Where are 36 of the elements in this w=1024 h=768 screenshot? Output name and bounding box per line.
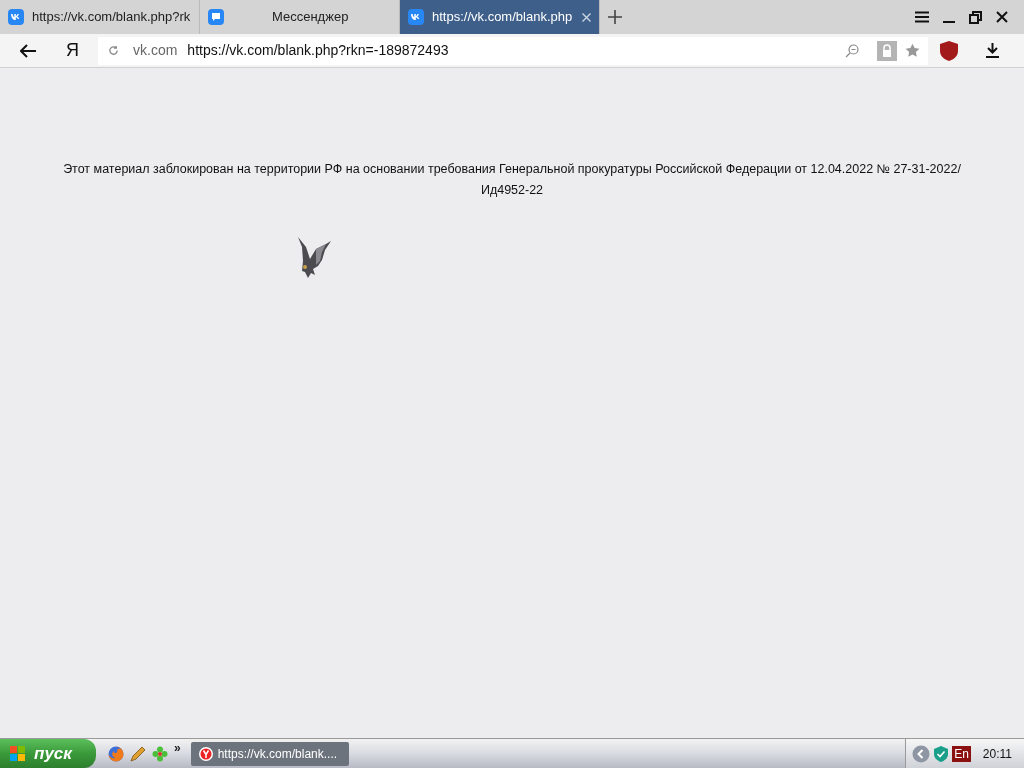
menu-icon[interactable] <box>915 11 929 23</box>
zoom-out-icon[interactable] <box>845 43 859 58</box>
windows-logo-icon <box>10 745 26 762</box>
start-button[interactable]: пуск <box>0 739 96 768</box>
back-arrow-icon[interactable] <box>20 43 36 58</box>
more-chevron[interactable]: » <box>174 739 181 757</box>
expand-tray-icon[interactable] <box>912 744 931 763</box>
tab-title: Мессенджер <box>271 8 349 27</box>
language-indicator[interactable]: En <box>952 745 971 762</box>
yandex-browser-icon <box>198 746 213 761</box>
bat-icon <box>296 237 332 279</box>
pencil-icon[interactable] <box>130 745 146 762</box>
vk-logo-icon <box>8 9 24 25</box>
download-icon[interactable] <box>986 43 999 58</box>
shield-check-icon[interactable] <box>934 745 949 762</box>
reload-icon[interactable] <box>108 45 119 56</box>
firefox-icon[interactable] <box>108 745 124 762</box>
url-text: https://vk.com/blank.php?rkn=-189872493 <box>187 41 449 60</box>
browser-tab[interactable]: https://vk.com/blank.php <box>400 0 600 34</box>
shield-extension-icon[interactable] <box>940 40 958 61</box>
chat-bubble-icon <box>208 9 224 25</box>
tab-title: https://vk.com/blank.php?rk <box>32 8 191 27</box>
clock: 20:11 <box>982 745 1012 763</box>
new-tab-icon[interactable] <box>608 10 622 24</box>
tab-title: https://vk.com/blank.php <box>432 8 573 27</box>
task-title: https://vk.com/blank.... <box>217 745 338 763</box>
yandex-logo[interactable]: Я <box>66 37 86 64</box>
taskbar-button[interactable]: https://vk.com/blank.... <box>190 741 349 766</box>
close-icon[interactable] <box>996 11 1008 23</box>
address-bar[interactable]: vk.com https://vk.com/blank.php?rkn=-189872493 <box>98 36 928 65</box>
vk-logo-icon <box>408 9 424 25</box>
restore-icon[interactable] <box>969 10 982 24</box>
star-icon[interactable] <box>905 43 920 58</box>
domain-label: vk.com <box>133 41 178 60</box>
block-notice: Этот материал заблокирован на территории РФ на основании требования Генеральной прокуратуры Российской Федерации от 12.04.2022 № 27-31-2022/Ид4952-22 <box>62 161 962 199</box>
flower-icon[interactable] <box>152 745 168 762</box>
